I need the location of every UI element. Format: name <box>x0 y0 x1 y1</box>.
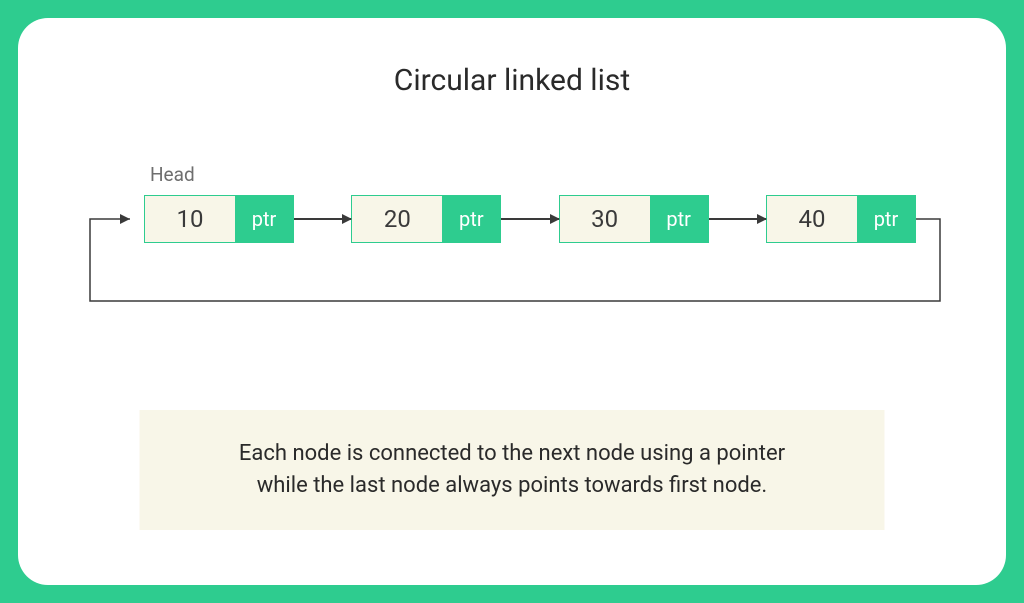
diagram-title: Circular linked list <box>78 63 946 98</box>
nodes-row: 10 ptr 20 ptr 30 ptr 40 ptr <box>144 195 916 243</box>
arrow-icon <box>294 218 351 220</box>
arrow-icon <box>501 218 558 220</box>
node-data: 30 <box>560 196 650 242</box>
diagram-panel: Circular linked list Head 10 ptr 20 ptr … <box>18 18 1006 585</box>
node-1: 20 ptr <box>351 195 501 243</box>
node-data: 20 <box>352 196 442 242</box>
node-data: 10 <box>145 196 235 242</box>
head-label: Head <box>150 163 195 186</box>
node-3: 40 ptr <box>766 195 916 243</box>
caption-box: Each node is connected to the next node … <box>140 410 885 530</box>
node-ptr: ptr <box>650 196 708 242</box>
caption-line-1: Each node is connected to the next node … <box>180 438 845 470</box>
node-ptr: ptr <box>235 196 293 242</box>
node-ptr: ptr <box>857 196 915 242</box>
diagram-area: Head 10 ptr 20 ptr 30 ptr <box>78 153 946 353</box>
node-2: 30 ptr <box>559 195 709 243</box>
caption-line-2: while the last node always points toward… <box>180 470 845 502</box>
node-0: 10 ptr <box>144 195 294 243</box>
node-data: 40 <box>767 196 857 242</box>
arrow-icon <box>709 218 766 220</box>
node-ptr: ptr <box>442 196 500 242</box>
loop-arrow-icon <box>78 153 946 353</box>
